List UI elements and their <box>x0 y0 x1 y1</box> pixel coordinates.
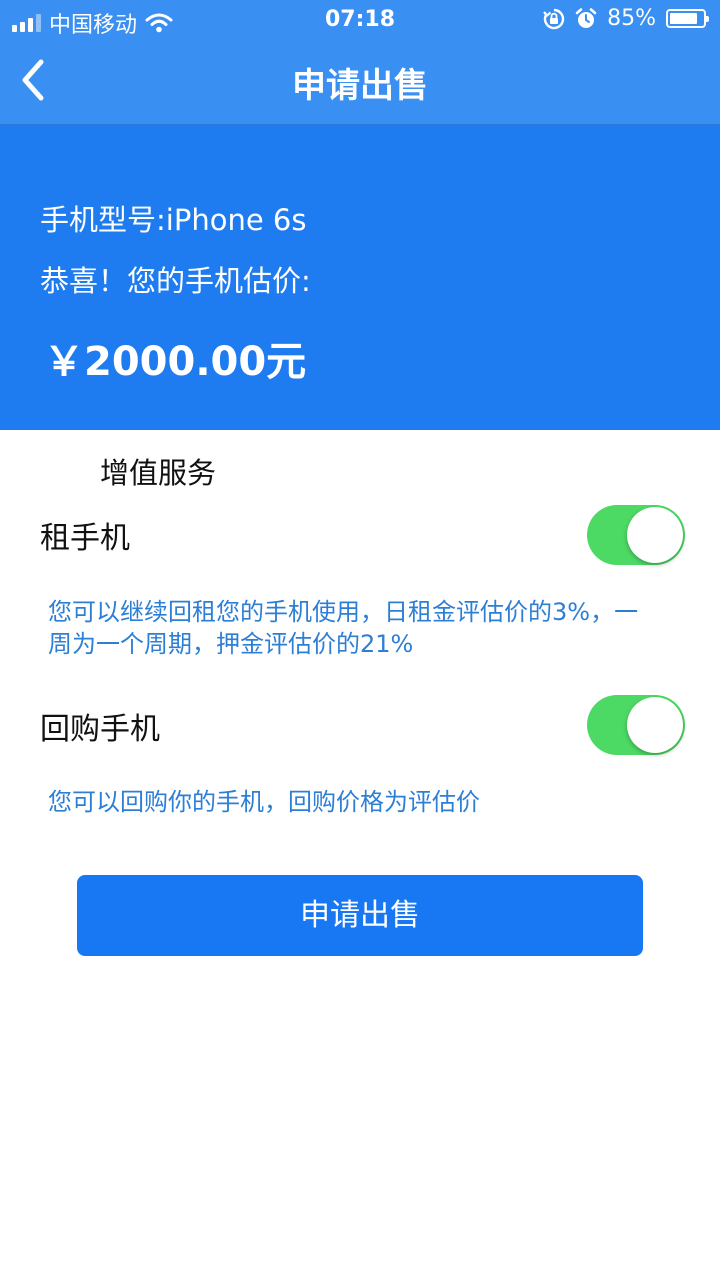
valuation-message: 恭喜！您的手机估价: <box>40 264 311 298</box>
rent-phone-label: 租手机 <box>40 521 130 556</box>
buyback-phone-description: 您可以回购你的手机，回购价格为评估价 <box>48 788 480 816</box>
rent-phone-toggle[interactable] <box>587 505 685 565</box>
page-title: 申请出售 <box>292 66 428 106</box>
valuation-card: 手机型号:iPhone 6s 恭喜！您的手机估价: ￥2000.00元 <box>0 125 720 430</box>
status-bar: 中国移动 07:18 85% <box>0 0 720 40</box>
chevron-left-icon <box>22 59 44 101</box>
valuation-price: ￥2000.00元 <box>44 339 307 385</box>
battery-percent: 85% <box>607 6 656 31</box>
battery-level <box>670 13 698 24</box>
phone-model: 手机型号:iPhone 6s <box>40 203 307 237</box>
toggle-knob <box>627 507 683 563</box>
services-title: 增值服务 <box>100 456 217 490</box>
battery-icon <box>666 9 709 28</box>
rotation-lock-icon <box>543 8 565 29</box>
alarm-icon <box>575 7 597 28</box>
back-button[interactable] <box>8 52 64 108</box>
app-screen: 中国移动 07:18 85% 申请出售 手机型号:iPhone 6s 恭喜！您的… <box>0 0 720 1280</box>
navigation-bar: 申请出售 <box>0 40 720 125</box>
apply-sell-button[interactable]: 申请出售 <box>77 875 643 956</box>
buyback-phone-label: 回购手机 <box>40 712 160 747</box>
buyback-phone-toggle[interactable] <box>587 695 685 755</box>
status-bar-right: 85% <box>543 6 709 31</box>
toggle-knob <box>627 697 683 753</box>
rent-phone-description: 您可以继续回租您的手机使用，日租金评估价的3%，一周为一个周期，押金评估价的21… <box>48 598 639 658</box>
